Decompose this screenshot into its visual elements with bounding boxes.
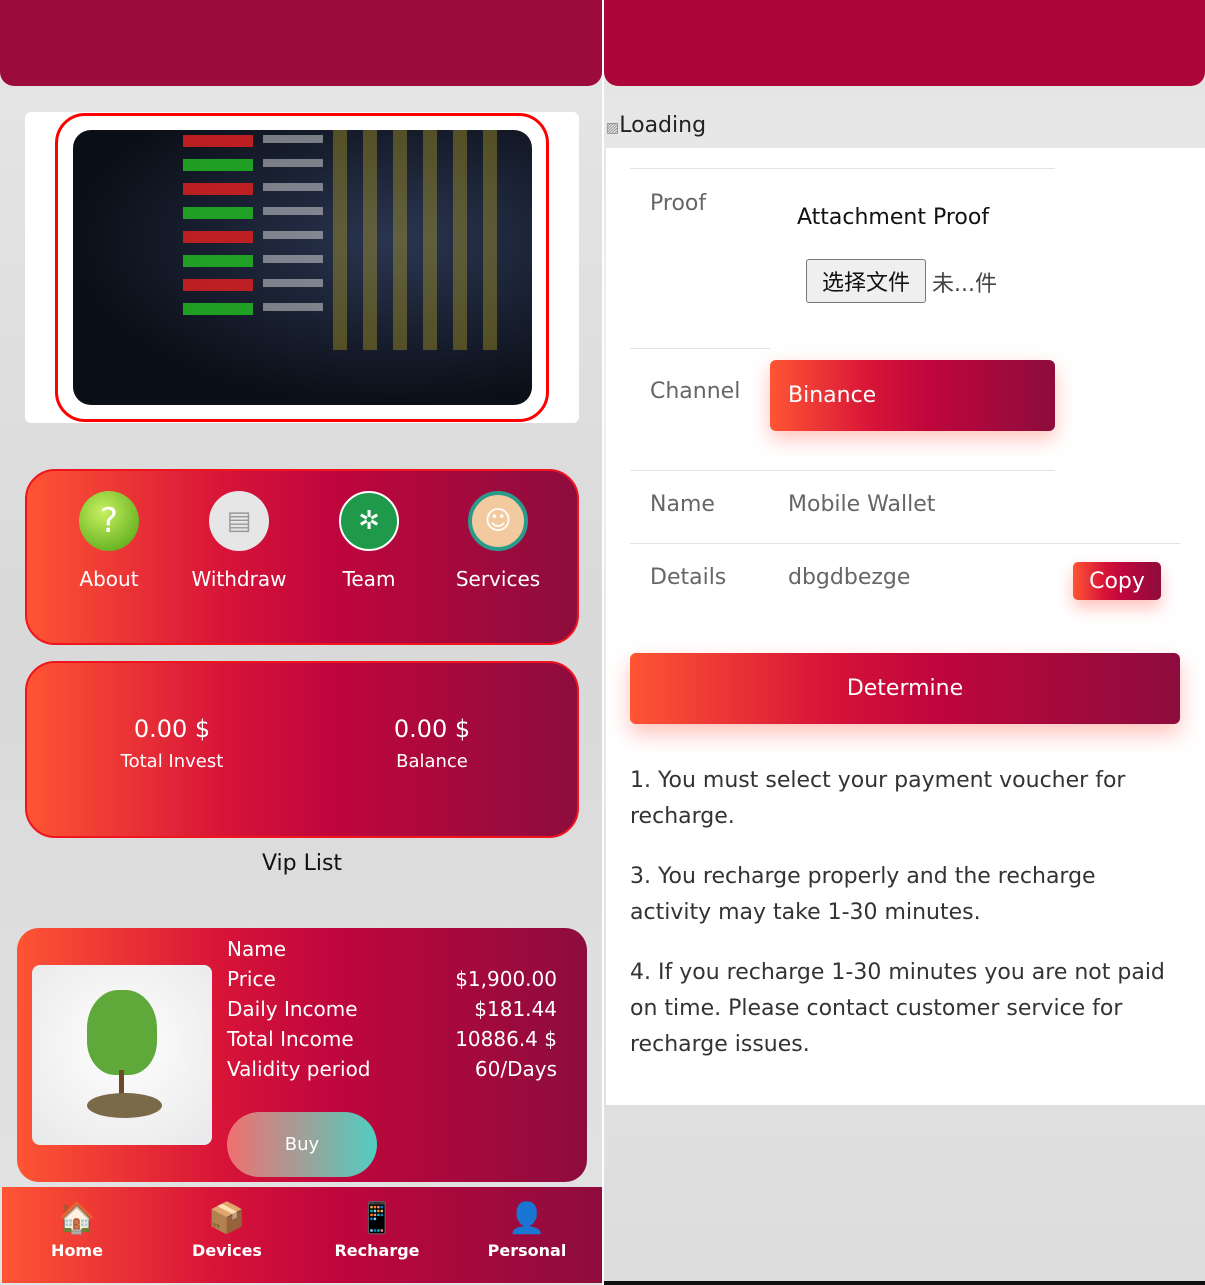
choose-file-button[interactable]: 选择文件	[806, 259, 926, 303]
recharge-form-card: Proof Attachment Proof 选择文件 未...件 Channe…	[606, 148, 1205, 1105]
devices-box-icon: 📦	[208, 1201, 246, 1236]
name-value: Mobile Wallet	[788, 492, 936, 517]
buy-button[interactable]: Buy	[227, 1112, 377, 1177]
stock-board-image[interactable]	[73, 130, 532, 405]
menu-team[interactable]: ✲ Team	[304, 491, 434, 591]
vip-list-title: Vip List	[261, 851, 343, 876]
home-screen: ? About ▤ Withdraw ✲ Team ☺ Services 0.00 $ T…	[0, 0, 602, 1285]
recharge-screen: ▨Loading Proof Attachment Proof 选择文件 未..…	[604, 0, 1205, 1285]
nav-home[interactable]: 🏠 Home	[17, 1201, 137, 1260]
avatar-icon: 👤	[508, 1201, 546, 1236]
bottom-nav: 🏠 Home 📦 Devices 📱 Recharge 👤 Personal	[2, 1187, 602, 1283]
broken-image-icon: ▨	[606, 120, 620, 136]
menu-services[interactable]: ☺ Services	[433, 491, 563, 591]
product-total-income-row: Total Income 10886.4 $	[227, 1027, 557, 1051]
details-value: dbgdbezge	[788, 565, 911, 590]
atm-icon: ▤	[209, 491, 269, 551]
attachment-proof-title: Attachment Proof	[797, 205, 990, 230]
nav-personal[interactable]: 👤 Personal	[467, 1201, 587, 1260]
note-1: 1. You must select your payment voucher …	[630, 768, 1126, 829]
quick-menu-card: ? About ▤ Withdraw ✲ Team ☺ Services	[25, 469, 579, 645]
menu-withdraw[interactable]: ▤ Withdraw	[174, 491, 304, 591]
header-bar	[604, 0, 1205, 86]
product-name-row: Name	[227, 937, 287, 961]
balance-stat: 0.00 $ Balance	[393, 715, 471, 772]
file-status: 未...件	[932, 272, 997, 297]
stats-card: 0.00 $ Total Invest 0.00 $ Balance	[25, 661, 579, 838]
note-3: 3. You recharge properly and the recharg…	[630, 864, 1096, 925]
determine-button[interactable]: Determine	[630, 653, 1180, 724]
home-icon: 🏠	[58, 1201, 96, 1236]
loading-image: ▨Loading	[606, 113, 707, 138]
tree-product-image	[32, 965, 212, 1145]
product-validity-row: Validity period 60/Days	[227, 1057, 557, 1081]
total-invest-stat: 0.00 $ Total Invest	[120, 715, 224, 772]
teamwork-icon: ✲	[339, 491, 399, 551]
banner-card	[25, 112, 579, 423]
copy-button[interactable]: Copy	[1073, 562, 1161, 600]
note-4: 4. If you recharge 1-30 minutes you are …	[630, 960, 1165, 1057]
question-icon: ?	[79, 491, 139, 551]
product-price-row: Price $1,900.00	[227, 967, 557, 991]
recharge-phone-icon: 📱	[358, 1201, 396, 1236]
channel-binance-button[interactable]: Binance	[770, 360, 1055, 431]
menu-about[interactable]: ? About	[44, 491, 174, 591]
nav-recharge[interactable]: 📱 Recharge	[317, 1201, 437, 1260]
header-bar	[0, 0, 602, 86]
nav-devices[interactable]: 📦 Devices	[167, 1201, 287, 1260]
product-daily-income-row: Daily Income $181.44	[227, 997, 557, 1021]
headset-agent-icon: ☺	[468, 491, 528, 551]
